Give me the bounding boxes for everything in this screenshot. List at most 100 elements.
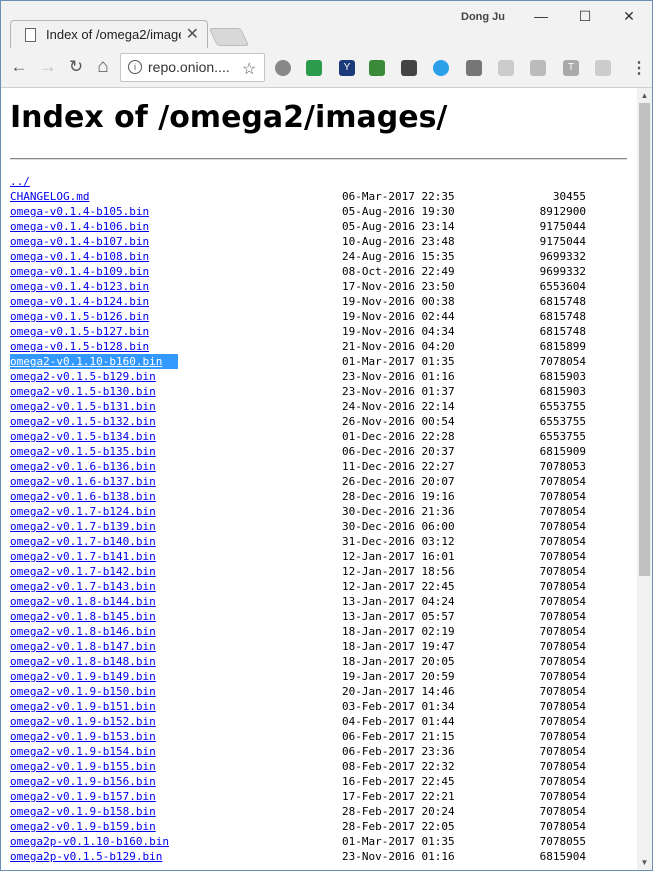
file-date: 06-Feb-2017 23:36 [342,745,455,758]
file-link[interactable]: omega2-v0.1.9-b158.bin [10,804,156,819]
file-link[interactable]: omega2-v0.1.5-b130.bin [10,384,156,399]
file-date: 28-Feb-2017 22:05 [342,820,455,833]
file-link[interactable]: omega-v0.1.4-b109.bin [10,264,149,279]
file-link[interactable]: omega2-v0.1.7-b141.bin [10,549,156,564]
file-link[interactable]: omega2p-v0.1.5-b129.bin [10,849,162,864]
file-link[interactable]: omega2-v0.1.7-b139.bin [10,519,156,534]
file-link[interactable]: omega-v0.1.4-b106.bin [10,219,149,234]
file-date: 18-Jan-2017 19:47 [342,640,455,653]
file-link[interactable]: omega2-v0.1.8-b146.bin [10,624,156,639]
file-date: 23-Nov-2016 01:16 [342,850,455,863]
file-link[interactable]: omega2-v0.1.5-b129.bin [10,369,156,384]
file-link[interactable]: omega2-v0.1.8-b145.bin [10,609,156,624]
file-date: 20-Jan-2017 14:46 [342,685,455,698]
file-date: 13-Jan-2017 05:57 [342,610,455,623]
minimize-button[interactable]: — [519,5,563,27]
file-link[interactable]: omega2-v0.1.6-b137.bin [10,474,156,489]
file-link[interactable]: omega2-v0.1.7-b140.bin [10,534,156,549]
y-icon[interactable]: Y [339,60,355,76]
file-size: 6553755 [539,430,586,443]
file-link[interactable]: omega2-v0.1.8-b147.bin [10,639,156,654]
file-link[interactable]: omega2p-v0.1.10-b160.bin [10,834,169,849]
vertical-scrollbar[interactable]: ▲ ▼ [637,88,652,870]
file-link[interactable]: omega2-v0.1.5-b132.bin [10,414,156,429]
scrollbar-thumb[interactable] [639,103,650,576]
bookmark-star-icon[interactable]: ☆ [242,59,256,79]
cloud-icon[interactable] [433,60,449,76]
file-size: 7078053 [539,460,586,473]
drive-icon[interactable] [306,60,322,76]
file-size: 7078054 [539,775,586,788]
file-link[interactable]: omega2-v0.1.9-b159.bin [10,819,156,834]
home-button[interactable]: ⌂ [93,57,113,77]
shield-icon[interactable] [498,60,514,76]
parent-directory-link[interactable]: ../ [10,174,30,189]
tab-close-icon[interactable]: ✕ [186,24,199,44]
back-button[interactable]: ← [9,57,29,77]
close-button[interactable]: ✕ [607,5,651,27]
file-link[interactable]: omega2-v0.1.6-b138.bin [10,489,156,504]
file-size: 6815903 [539,385,586,398]
file-size: 9175044 [539,220,586,233]
file-link[interactable]: omega-v0.1.5-b126.bin [10,309,149,324]
file-link[interactable]: omega2-v0.1.8-b148.bin [10,654,156,669]
file-link[interactable]: omega2-v0.1.9-b155.bin [10,759,156,774]
file-size: 7078054 [539,595,586,608]
file-date: 13-Jan-2017 04:24 [342,595,455,608]
file-link[interactable]: omega2-v0.1.9-b156.bin [10,774,156,789]
new-tab-button[interactable] [208,28,250,46]
file-link[interactable]: omega2-v0.1.9-b153.bin [10,729,156,744]
translate-icon[interactable] [595,60,611,76]
file-link[interactable]: omega2-v0.1.5-b135.bin [10,444,156,459]
tab-active[interactable]: Index of /omega2/images/ ✕ [10,20,208,50]
notes-icon[interactable] [466,60,482,76]
file-link[interactable]: omega2-v0.1.9-b154.bin [10,744,156,759]
file-link[interactable]: omega2-v0.1.9-b157.bin [10,789,156,804]
file-size: 7078054 [539,475,586,488]
rss-icon[interactable] [530,60,546,76]
file-link[interactable]: omega-v0.1.5-b127.bin [10,324,149,339]
file-link[interactable]: omega2-v0.1.9-b150.bin [10,684,156,699]
opera-icon[interactable] [275,60,291,76]
profile-name[interactable]: Dong Ju [461,11,505,23]
file-link[interactable]: omega-v0.1.4-b108.bin [10,249,149,264]
file-date: 19-Nov-2016 00:38 [342,295,455,308]
file-link[interactable]: omega-v0.1.5-b128.bin [10,339,149,354]
t-icon[interactable]: T [563,60,579,76]
file-link[interactable]: omega2-v0.1.5-b134.bin [10,429,156,444]
url-text[interactable]: repo.onion.... [148,59,230,75]
file-size: 7078054 [539,655,586,668]
file-link[interactable]: omega2-v0.1.7-b143.bin [10,579,156,594]
maximize-button[interactable]: ☐ [563,5,607,27]
file-link[interactable]: omega2-v0.1.8-b144.bin [10,594,156,609]
file-link[interactable]: omega2-v0.1.9-b152.bin [10,714,156,729]
page-icon [25,28,36,42]
file-link[interactable]: omega2-v0.1.6-b136.bin [10,459,156,474]
file-link[interactable]: omega2-v0.1.9-b151.bin [10,699,156,714]
file-size: 9699332 [539,250,586,263]
file-link[interactable]: omega2-v0.1.5-b131.bin [10,399,156,414]
file-link[interactable]: CHANGELOG.md [10,189,89,204]
file-size: 7078054 [539,625,586,638]
file-link[interactable]: omega2-v0.1.9-b149.bin [10,669,156,684]
file-date: 05-Aug-2016 23:14 [342,220,455,233]
file-link[interactable]: omega2-v0.1.7-b142.bin [10,564,156,579]
forward-button[interactable]: → [38,57,58,77]
evernote-green-icon[interactable] [369,60,385,76]
file-link[interactable]: omega-v0.1.4-b107.bin [10,234,149,249]
file-link[interactable]: omega-v0.1.4-b105.bin [10,204,149,219]
info-icon[interactable]: i [128,60,142,74]
file-link[interactable]: omega2-v0.1.10-b160.bin [10,354,179,369]
menu-icon[interactable]: ⋮ [631,58,647,78]
reload-button[interactable]: ↻ [66,57,86,77]
file-date: 28-Dec-2016 19:16 [342,490,455,503]
file-date: 19-Jan-2017 20:59 [342,670,455,683]
evernote-icon[interactable] [401,60,417,76]
file-size: 6553755 [539,415,586,428]
file-link[interactable]: omega-v0.1.4-b124.bin [10,294,149,309]
scroll-down-arrow-icon[interactable]: ▼ [637,855,652,870]
scroll-up-arrow-icon[interactable]: ▲ [637,88,652,103]
file-link[interactable]: omega-v0.1.4-b123.bin [10,279,149,294]
file-link[interactable]: omega2-v0.1.7-b124.bin [10,504,156,519]
file-date: 23-Nov-2016 01:16 [342,370,455,383]
